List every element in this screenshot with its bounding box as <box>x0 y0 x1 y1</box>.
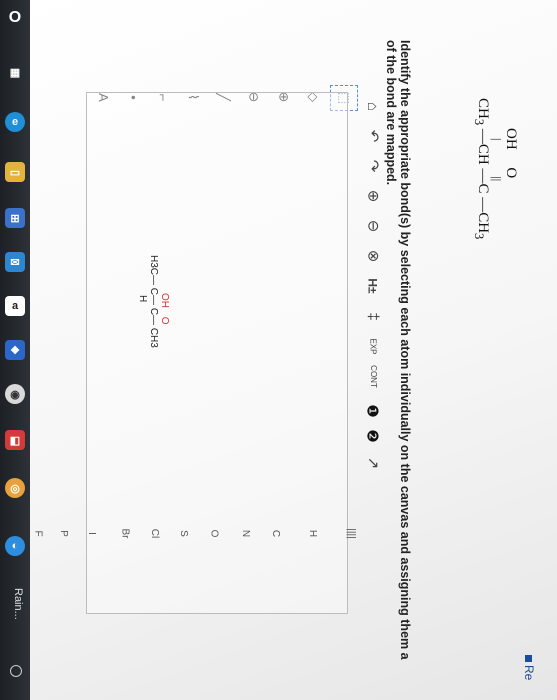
element-palette: |||| H C N O S Cl Br I P F <box>30 525 357 545</box>
expand-button[interactable]: EXP <box>362 335 384 357</box>
edge-icon[interactable]: e <box>5 112 25 132</box>
o-label: O <box>503 167 519 179</box>
editor-toolbar: ⌂ ↶ ↷ ⊕ ⊖ ⊗ H± ‡ EXP CONT ❶ ❷ ↗ <box>355 60 391 469</box>
ch-label: CH <box>475 143 491 165</box>
element-br[interactable]: Br <box>120 529 131 539</box>
canvas-o[interactable]: O <box>159 317 170 325</box>
weather-label[interactable]: Rain... <box>12 588 24 620</box>
mail-icon[interactable]: ✉ <box>5 252 25 272</box>
undo-icon[interactable]: ↶ <box>362 125 384 147</box>
ch3-right: CH3 <box>472 212 491 240</box>
system-tray-icon[interactable] <box>10 665 22 677</box>
oh-label: OH <box>503 128 519 150</box>
info-icon[interactable]: ❶ <box>362 400 384 422</box>
camera-icon[interactable]: ◉ <box>5 384 25 404</box>
redo-icon[interactable]: ↷ <box>362 155 384 177</box>
element-f[interactable]: F <box>33 530 44 536</box>
zoom-in-icon[interactable]: ⊕ <box>362 185 384 207</box>
select-tool[interactable]: ⌂ <box>362 95 384 117</box>
resources-link[interactable]: Re <box>522 655 536 680</box>
canvas-ch3[interactable]: CH3 <box>148 328 159 348</box>
canvas-c2[interactable]: C <box>148 308 159 315</box>
molecule-structure: OH O | || CH3 —CH —C —CH3 <box>472 98 519 240</box>
question-line-1: Identify the appropriate bond(s) by sele… <box>398 40 412 660</box>
app-icon[interactable]: ◧ <box>5 430 25 450</box>
dropbox-icon[interactable]: ❖ <box>5 340 25 360</box>
element-s[interactable]: S <box>178 530 189 537</box>
task-view-icon[interactable]: ▦ <box>5 62 25 82</box>
canvas-h[interactable]: H <box>137 295 148 302</box>
store-icon[interactable]: ⊞ <box>5 208 25 228</box>
help-icon[interactable]: ❷ <box>362 425 384 447</box>
element-i[interactable]: I <box>86 532 97 535</box>
element-h[interactable]: H <box>307 530 318 537</box>
canvas-c1[interactable]: C <box>148 288 159 295</box>
start-icon[interactable]: O <box>5 8 25 28</box>
amazon-icon[interactable]: a <box>5 296 25 316</box>
file-explorer-icon[interactable]: ▭ <box>5 162 25 182</box>
canvas-molecule[interactable]: OH O H3C— C— C— CH3 H <box>137 255 170 348</box>
taskbar: O ▦ e ▭ ⊞ ✉ a ❖ ◉ ◧ ◎ ◐ Rain... <box>0 0 30 700</box>
element-p[interactable]: P <box>58 530 69 537</box>
element-n[interactable]: N <box>240 530 251 537</box>
chrome-icon[interactable]: ◎ <box>5 478 25 498</box>
zoom-out-icon[interactable]: ⊖ <box>362 215 384 237</box>
element-cl[interactable]: Cl <box>149 529 160 538</box>
ch3-left: CH3 <box>472 98 491 126</box>
contract-button[interactable]: CONT <box>362 365 384 388</box>
canvas-oh[interactable]: OH <box>159 293 170 308</box>
hydrogen-toggle[interactable]: H± <box>362 275 384 297</box>
c-label: C <box>475 183 491 194</box>
palette-menu-icon[interactable]: |||| <box>346 528 357 538</box>
fullscreen-icon[interactable]: ↗ <box>362 452 384 474</box>
2d-tool[interactable]: ‡ <box>362 305 384 327</box>
element-c[interactable]: C <box>270 530 281 537</box>
edge-2-icon[interactable]: ◐ <box>5 536 25 556</box>
canvas-h3c[interactable]: H3C <box>148 255 159 275</box>
clear-icon[interactable]: ⊗ <box>362 245 384 267</box>
element-o[interactable]: O <box>208 530 219 538</box>
